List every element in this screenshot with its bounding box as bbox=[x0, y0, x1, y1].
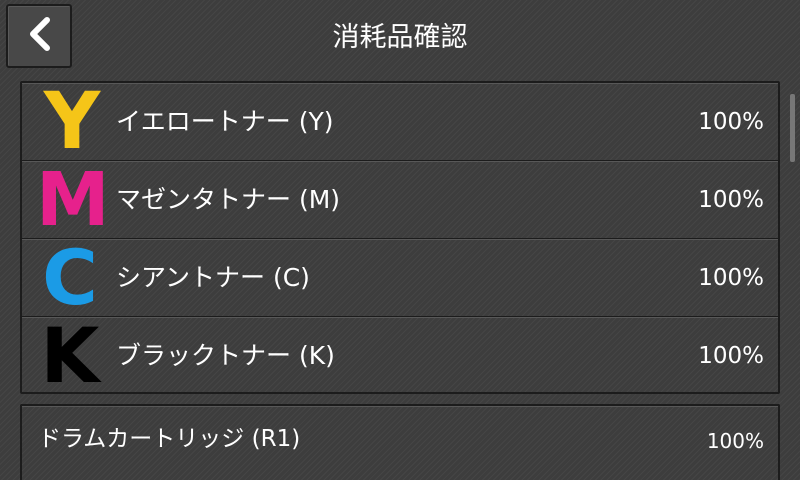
magenta-toner-label: マゼンタトナー (M) bbox=[116, 185, 341, 214]
black-toner-level: 100% bbox=[698, 343, 764, 369]
drum-cartridge-row[interactable]: ドラムカートリッジ (R1) 100% bbox=[20, 404, 780, 480]
cyan-toner-label: シアントナー (C) bbox=[116, 263, 310, 292]
yellow-toner-letter: Y bbox=[43, 77, 100, 167]
toner-row-black[interactable]: K ブラックトナー (K) 100% bbox=[22, 311, 778, 400]
toner-list: Y イエロートナー (Y) 100% M マゼンタトナー (M) 100% C … bbox=[20, 81, 780, 400]
drum-cartridge-level: 100% bbox=[706, 429, 764, 453]
toner-row-magenta[interactable]: M マゼンタトナー (M) 100% bbox=[22, 161, 778, 239]
yellow-toner-level: 100% bbox=[698, 109, 764, 135]
page-title: 消耗品確認 bbox=[332, 22, 468, 53]
black-toner-label: ブラックトナー (K) bbox=[116, 341, 335, 370]
toner-row-yellow[interactable]: Y イエロートナー (Y) 100% bbox=[22, 83, 778, 161]
magenta-toner-level: 100% bbox=[698, 187, 764, 213]
magenta-toner-letter: M bbox=[36, 157, 110, 243]
cyan-toner-letter: C bbox=[42, 233, 98, 322]
black-toner-letter: K bbox=[40, 311, 100, 400]
toner-row-cyan[interactable]: C シアントナー (C) 100% bbox=[22, 239, 778, 317]
yellow-toner-label: イエロートナー (Y) bbox=[116, 107, 334, 136]
cyan-toner-level: 100% bbox=[698, 265, 764, 291]
back-button[interactable] bbox=[6, 4, 72, 68]
drum-cartridge-label: ドラムカートリッジ (R1) bbox=[38, 426, 301, 452]
chevron-left-icon bbox=[25, 16, 53, 56]
scrollbar-thumb[interactable] bbox=[790, 94, 795, 162]
